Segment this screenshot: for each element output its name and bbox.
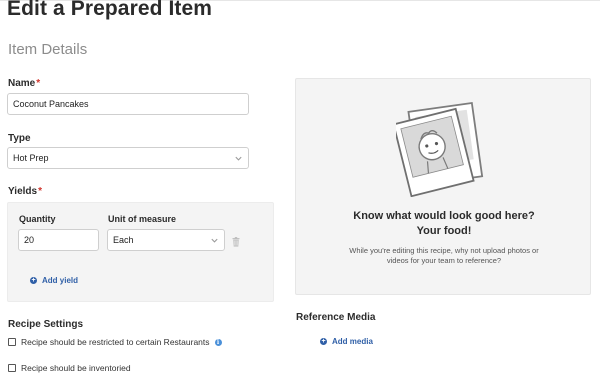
- restrict-restaurants-label: Recipe should be restricted to certain R…: [21, 337, 210, 347]
- restrict-restaurants-checkbox[interactable]: [8, 338, 16, 346]
- quantity-input[interactable]: 20: [18, 229, 99, 251]
- plus-circle-icon: +: [320, 338, 327, 345]
- media-description-line2: videos for your team to reference?: [386, 256, 502, 265]
- unit-of-measure-label: Unit of measure: [108, 214, 177, 224]
- photo-placeholder-icon: [396, 101, 484, 197]
- yields-label-text: Yields: [8, 186, 38, 197]
- name-label-text: Name: [8, 78, 36, 89]
- section-title: Item Details: [8, 41, 88, 58]
- name-input[interactable]: Coconut Pancakes: [7, 93, 249, 115]
- required-marker: *: [36, 78, 41, 89]
- inventoried-option[interactable]: Recipe should be inventoried: [8, 363, 131, 373]
- name-input-value: Coconut Pancakes: [13, 99, 89, 109]
- media-upload-panel[interactable]: Know what would look good here? Your foo…: [295, 78, 591, 295]
- add-media-button[interactable]: + Add media: [320, 337, 373, 346]
- add-yield-button[interactable]: + Add yield: [30, 276, 78, 285]
- media-heading-line2: Your food!: [416, 225, 472, 237]
- info-icon[interactable]: i: [214, 338, 222, 346]
- unit-select-value: Each: [113, 235, 134, 245]
- name-label: Name*: [8, 78, 40, 89]
- chevron-down-icon: [210, 236, 219, 245]
- required-marker: *: [38, 186, 42, 197]
- plus-circle-icon: +: [30, 277, 37, 284]
- recipe-settings-heading: Recipe Settings: [8, 319, 84, 330]
- type-label: Type: [8, 133, 31, 144]
- trash-icon[interactable]: [232, 234, 240, 247]
- page-title: Edit a Prepared Item: [7, 0, 213, 20]
- inventoried-checkbox[interactable]: [8, 364, 16, 372]
- media-heading-line1: Know what would look good here?: [353, 210, 535, 222]
- restrict-restaurants-option[interactable]: Recipe should be restricted to certain R…: [8, 337, 222, 347]
- yields-label: Yields*: [8, 186, 42, 197]
- quantity-input-value: 20: [24, 235, 35, 245]
- inventoried-label: Recipe should be inventoried: [21, 363, 131, 373]
- quantity-label: Quantity: [19, 214, 56, 224]
- media-description-line1: While you're editing this recipe, why no…: [349, 246, 539, 255]
- type-select-value: Hot Prep: [13, 153, 49, 163]
- chevron-down-icon: [234, 154, 243, 163]
- type-select[interactable]: Hot Prep: [7, 147, 249, 169]
- add-media-label: Add media: [332, 337, 373, 346]
- unit-of-measure-select[interactable]: Each: [107, 229, 225, 251]
- add-yield-label: Add yield: [42, 276, 79, 285]
- reference-media-heading: Reference Media: [296, 312, 376, 323]
